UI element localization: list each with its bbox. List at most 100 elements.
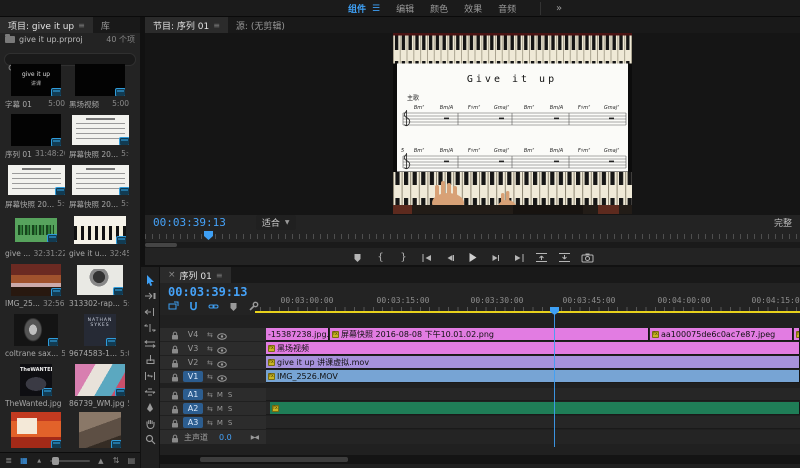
sync-lock-icon[interactable]: ⇆ <box>207 391 213 399</box>
track-output-eye-icon[interactable] <box>217 367 227 386</box>
sync-lock-icon[interactable]: ⇆ <box>207 373 213 381</box>
workspace-overflow-chevron[interactable]: » <box>556 3 562 14</box>
program-scrubber[interactable] <box>145 231 800 240</box>
zoom-tool[interactable] <box>143 433 157 446</box>
project-item[interactable]: IMG_25...32:56:02 <box>4 261 68 311</box>
scrollbar-thumb[interactable] <box>145 243 177 247</box>
clip[interactable]: fx <box>794 328 800 340</box>
clip[interactable]: fxIMG_2526.MOV <box>266 370 800 382</box>
sync-lock-icon[interactable]: ⇆ <box>207 419 213 427</box>
ripple-edit-tool[interactable] <box>143 305 157 318</box>
mark-out-button[interactable]: } <box>396 251 412 264</box>
item-thumbnail[interactable] <box>79 412 121 448</box>
project-item[interactable]: 屏幕快照 20...5:00 <box>68 111 132 161</box>
solo-button[interactable]: S <box>228 419 233 427</box>
item-thumbnail[interactable] <box>11 412 61 448</box>
project-breadcrumb[interactable]: give it up.prproj 40 个项 <box>0 33 140 46</box>
item-thumbnail[interactable] <box>75 364 125 396</box>
tab-libraries[interactable]: 库 <box>93 17 118 33</box>
mark-in-button[interactable]: { <box>373 251 389 264</box>
new-item-button[interactable]: ▤ <box>127 456 136 465</box>
program-zoom-scrollbar[interactable] <box>145 242 800 248</box>
track-name-V3[interactable]: V3 <box>183 344 203 353</box>
linked-selection-icon[interactable] <box>208 301 219 312</box>
lock-icon[interactable] <box>171 367 179 386</box>
track-name-A1[interactable]: A1 <box>183 389 203 400</box>
workspace-tab-效果[interactable]: 效果 <box>464 2 482 15</box>
step-forward-button[interactable] <box>488 251 504 264</box>
lock-icon[interactable] <box>171 428 179 447</box>
thumbnail-zoom-slider[interactable] <box>50 460 90 462</box>
timeline-horizontal-scrollbar[interactable] <box>160 455 800 464</box>
list-view-button[interactable]: ≣ <box>4 456 13 465</box>
project-item[interactable]: TheWANTEDTheWanted.jpg5:00 <box>4 361 68 411</box>
close-icon[interactable]: × <box>168 270 176 280</box>
project-item[interactable]: give ...32:31:22050 <box>4 211 68 261</box>
project-item[interactable]: give it u...32:45:21 <box>68 211 132 261</box>
project-item[interactable]: 序列 0131:48:20 <box>4 111 68 161</box>
hand-tool[interactable] <box>143 417 157 430</box>
track-lane-V1[interactable]: fxIMG_2526.MOV <box>266 370 800 383</box>
sync-lock-icon[interactable]: ⇆ <box>207 345 213 353</box>
master-volume-value[interactable]: 0.0 <box>219 433 232 442</box>
item-thumbnail[interactable] <box>15 218 57 242</box>
playback-resolution-dropdown[interactable]: 完整 <box>774 216 792 229</box>
razor-tool[interactable] <box>143 353 157 366</box>
tab-program[interactable]: 节目: 序列 01 ≡ <box>145 17 228 33</box>
sync-lock-icon[interactable]: ⇆ <box>207 359 213 367</box>
project-item[interactable]: 屏幕快照 20...5:00 <box>68 161 132 211</box>
track-lane-V4[interactable]: -15387238.jpg.pngfx屏幕快照 2016-08-08 下午10.… <box>266 328 800 341</box>
program-timecode[interactable]: 00:03:39:13 <box>153 216 226 229</box>
rate-stretch-tool[interactable] <box>143 337 157 350</box>
item-thumbnail[interactable] <box>14 314 58 346</box>
item-thumbnail[interactable] <box>11 264 61 296</box>
item-thumbnail[interactable] <box>72 165 129 195</box>
track-lane-A3[interactable] <box>266 416 800 429</box>
panel-menu-icon[interactable]: ≡ <box>216 271 223 280</box>
rolling-edit-tool[interactable] <box>143 321 157 334</box>
solo-button[interactable]: S <box>228 405 233 413</box>
program-preview-area[interactable]: Give it up 主歌 Bm⁷Bm/AF♯m⁷Gmaj⁷Bm⁷Bm/AF♯m… <box>145 33 800 215</box>
icon-view-button[interactable]: ▦ <box>19 456 28 465</box>
project-item[interactable]: coltrane sax...5:00 <box>4 311 68 361</box>
panel-menu-icon[interactable]: ≡ <box>78 21 85 30</box>
slip-tool[interactable] <box>143 369 157 382</box>
nest-toggle-icon[interactable] <box>168 301 179 312</box>
step-back-button[interactable] <box>442 251 458 264</box>
mute-button[interactable]: M <box>217 419 224 427</box>
workspace-menu-icon[interactable]: ☰ <box>372 4 380 14</box>
item-thumbnail[interactable]: give it up讲课 <box>11 64 61 96</box>
project-item[interactable]: 313302-rap...5:00 <box>68 261 132 311</box>
item-thumbnail[interactable] <box>8 165 65 195</box>
scrollbar-thumb[interactable] <box>200 457 348 462</box>
workspace-tab-组件[interactable]: 组件 <box>348 2 366 15</box>
mute-button[interactable]: M <box>217 405 224 413</box>
clip[interactable]: fx <box>270 402 800 414</box>
track-lane-V2[interactable]: fxgive it up 讲课虚拟.mov <box>266 356 800 369</box>
export-frame-camera-button[interactable] <box>580 251 596 264</box>
track-lane-V3[interactable]: fx黑场视频 <box>266 342 800 355</box>
track-name-V1[interactable]: V1 <box>183 371 203 382</box>
item-thumbnail[interactable] <box>75 64 125 96</box>
track-name-A3[interactable]: A3 <box>183 417 203 428</box>
item-thumbnail[interactable] <box>72 115 129 145</box>
slide-tool[interactable] <box>143 385 157 398</box>
track-name-V2[interactable]: V2 <box>183 358 203 367</box>
tab-sequence[interactable]: × 序列 01 ≡ <box>160 267 231 283</box>
workspace-tab-编辑[interactable]: 编辑 <box>396 2 414 15</box>
clip[interactable]: fx屏幕快照 2016-08-08 下午10.01.02.png <box>330 328 649 340</box>
work-area-bar[interactable] <box>255 311 800 313</box>
item-thumbnail[interactable]: TheWANTED <box>20 364 52 396</box>
workspace-tab-颜色[interactable]: 颜色 <box>430 2 448 15</box>
timeline-playhead-line[interactable] <box>554 313 555 447</box>
workspace-tab-音频[interactable]: 音频 <box>498 2 516 15</box>
play-button[interactable] <box>465 251 481 264</box>
project-item[interactable]: NATHAN SYKES9674583-1...5:00 <box>68 311 132 361</box>
extract-button[interactable] <box>557 251 573 264</box>
timeline-timecode[interactable]: 00:03:39:13 <box>168 285 247 299</box>
zoom-level-dropdown[interactable]: 适合 ▼ <box>256 215 296 230</box>
master-track-lane[interactable] <box>266 430 800 444</box>
track-lane-A2[interactable]: fx <box>266 402 800 415</box>
lift-button[interactable] <box>534 251 550 264</box>
project-item[interactable] <box>68 411 132 449</box>
